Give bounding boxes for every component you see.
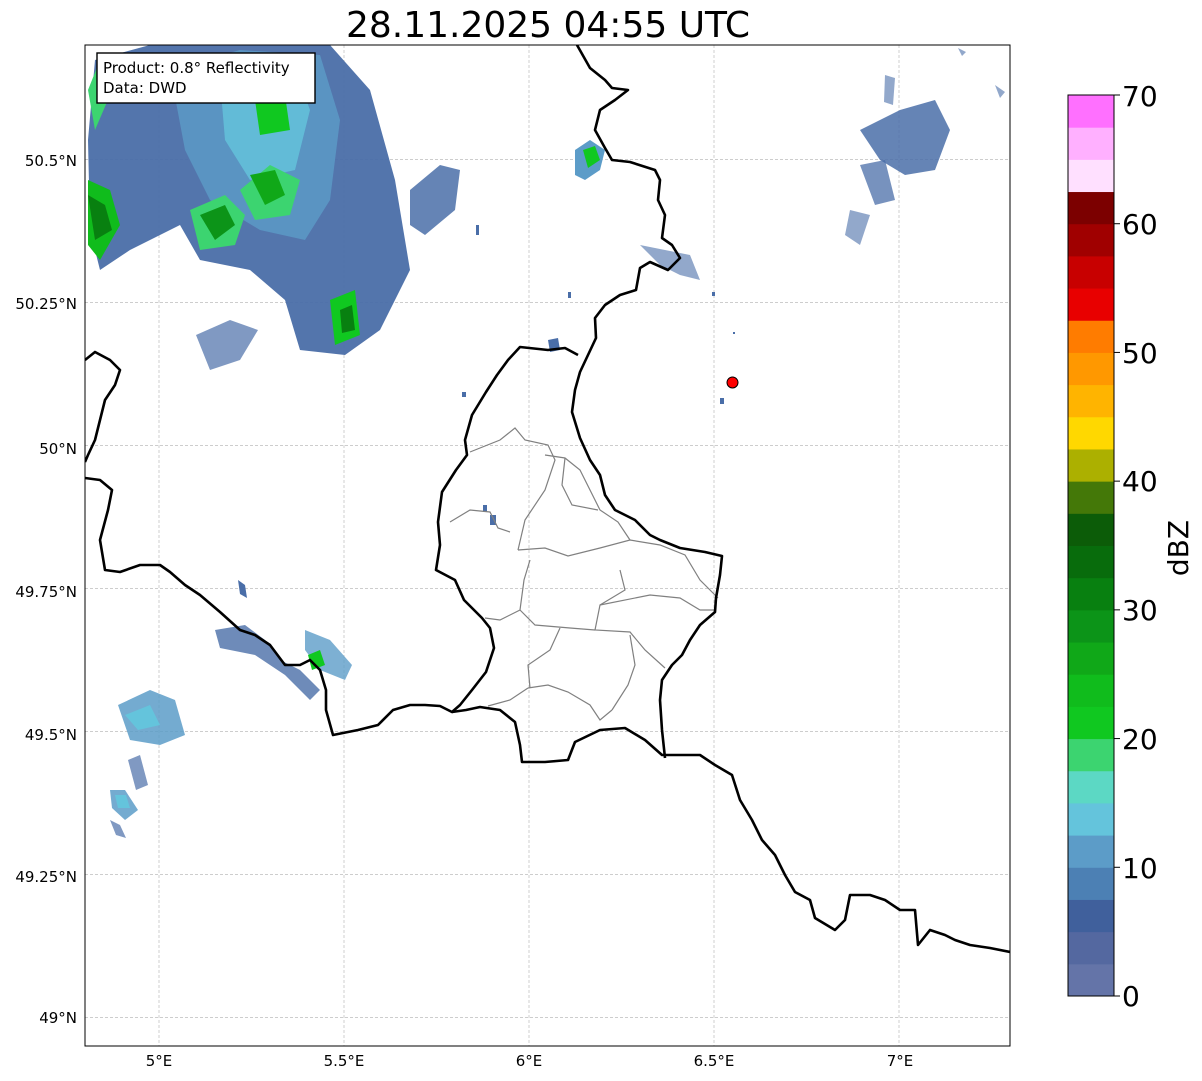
lat-tick-50: 50°N — [39, 440, 77, 458]
lat-tick-49: 49°N — [39, 1009, 77, 1027]
lat-tick-49-25: 49.25°N — [15, 868, 77, 886]
colorbar-bin — [1068, 931, 1114, 965]
colorbar-bin — [1068, 127, 1114, 160]
colorbar-bin — [1068, 642, 1114, 675]
colorbar-bin — [1068, 867, 1114, 900]
cb-tick-60: 60 — [1122, 208, 1158, 241]
colorbar-bin — [1068, 481, 1114, 514]
cb-tick-30: 30 — [1122, 594, 1158, 627]
colorbar-bin — [1068, 95, 1114, 128]
colorbar-bin — [1068, 577, 1114, 611]
colorbar-bin — [1068, 899, 1114, 933]
cb-tick-20: 20 — [1122, 723, 1158, 756]
colorbar-bin — [1068, 545, 1114, 579]
colorbar-bin — [1068, 416, 1114, 450]
info-data-source: Data: DWD — [103, 79, 187, 97]
cb-tick-70: 70 — [1122, 80, 1158, 113]
lat-tick-50-25: 50.25°N — [15, 295, 77, 313]
radar-figure: 28.11.2025 04:55 UTC Product: 0.8° Refle… — [15, 5, 1195, 1070]
colorbar-bin — [1068, 191, 1114, 225]
info-box: Product: 0.8° Reflectivity Data: DWD — [96, 52, 316, 104]
colorbar: 0 10 20 30 40 50 60 70 dBZ — [1067, 80, 1195, 1013]
colorbar-bin — [1068, 770, 1114, 804]
colorbar-bin — [1068, 223, 1114, 257]
lon-tick-5-5: 5.5°E — [324, 1052, 365, 1070]
colorbar-bin — [1068, 255, 1114, 289]
cb-tick-40: 40 — [1122, 465, 1158, 498]
colorbar-bin — [1068, 963, 1114, 997]
colorbar-bin — [1068, 835, 1114, 868]
colorbar-bin — [1068, 448, 1114, 482]
lat-tick-labels: 50.5°N 50.25°N 50°N 49.75°N 49.5°N 49.25… — [15, 152, 77, 1027]
colorbar-bin — [1068, 288, 1114, 321]
map-title: 28.11.2025 04:55 UTC — [346, 5, 750, 46]
colorbar-bin — [1068, 738, 1114, 772]
cb-tick-10: 10 — [1122, 852, 1158, 885]
colorbar-tick-labels: 0 10 20 30 40 50 60 70 — [1122, 80, 1158, 1013]
colorbar-bin — [1068, 384, 1114, 418]
lon-tick-6-5: 6.5°E — [694, 1052, 735, 1070]
info-product: Product: 0.8° Reflectivity — [103, 59, 290, 77]
colorbar-bin — [1068, 352, 1114, 386]
colorbar-ticks — [1114, 94, 1120, 997]
lat-tick-49-5: 49.5°N — [25, 726, 77, 744]
lon-tick-6: 6°E — [516, 1052, 543, 1070]
colorbar-bin — [1068, 320, 1114, 353]
colorbar-bin — [1068, 674, 1114, 707]
colorbar-bin — [1068, 159, 1114, 193]
colorbar-bins — [1068, 95, 1114, 997]
radar-station-marker — [726, 376, 739, 389]
lat-tick-49-75: 49.75°N — [15, 583, 77, 601]
lon-tick-5: 5°E — [146, 1052, 173, 1070]
cb-tick-0: 0 — [1122, 980, 1140, 1013]
colorbar-label: dBZ — [1162, 520, 1195, 576]
colorbar-bin — [1068, 802, 1114, 836]
cb-tick-50: 50 — [1122, 337, 1158, 370]
colorbar-bin — [1068, 706, 1114, 740]
lon-tick-labels: 5°E 5.5°E 6°E 6.5°E 7°E — [146, 1052, 914, 1070]
colorbar-bin — [1068, 609, 1114, 643]
lat-tick-50-5: 50.5°N — [25, 152, 77, 170]
lon-tick-7: 7°E — [887, 1052, 914, 1070]
map-panel: Product: 0.8° Reflectivity Data: DWD 50.… — [15, 44, 1011, 1070]
colorbar-bin — [1068, 513, 1114, 546]
